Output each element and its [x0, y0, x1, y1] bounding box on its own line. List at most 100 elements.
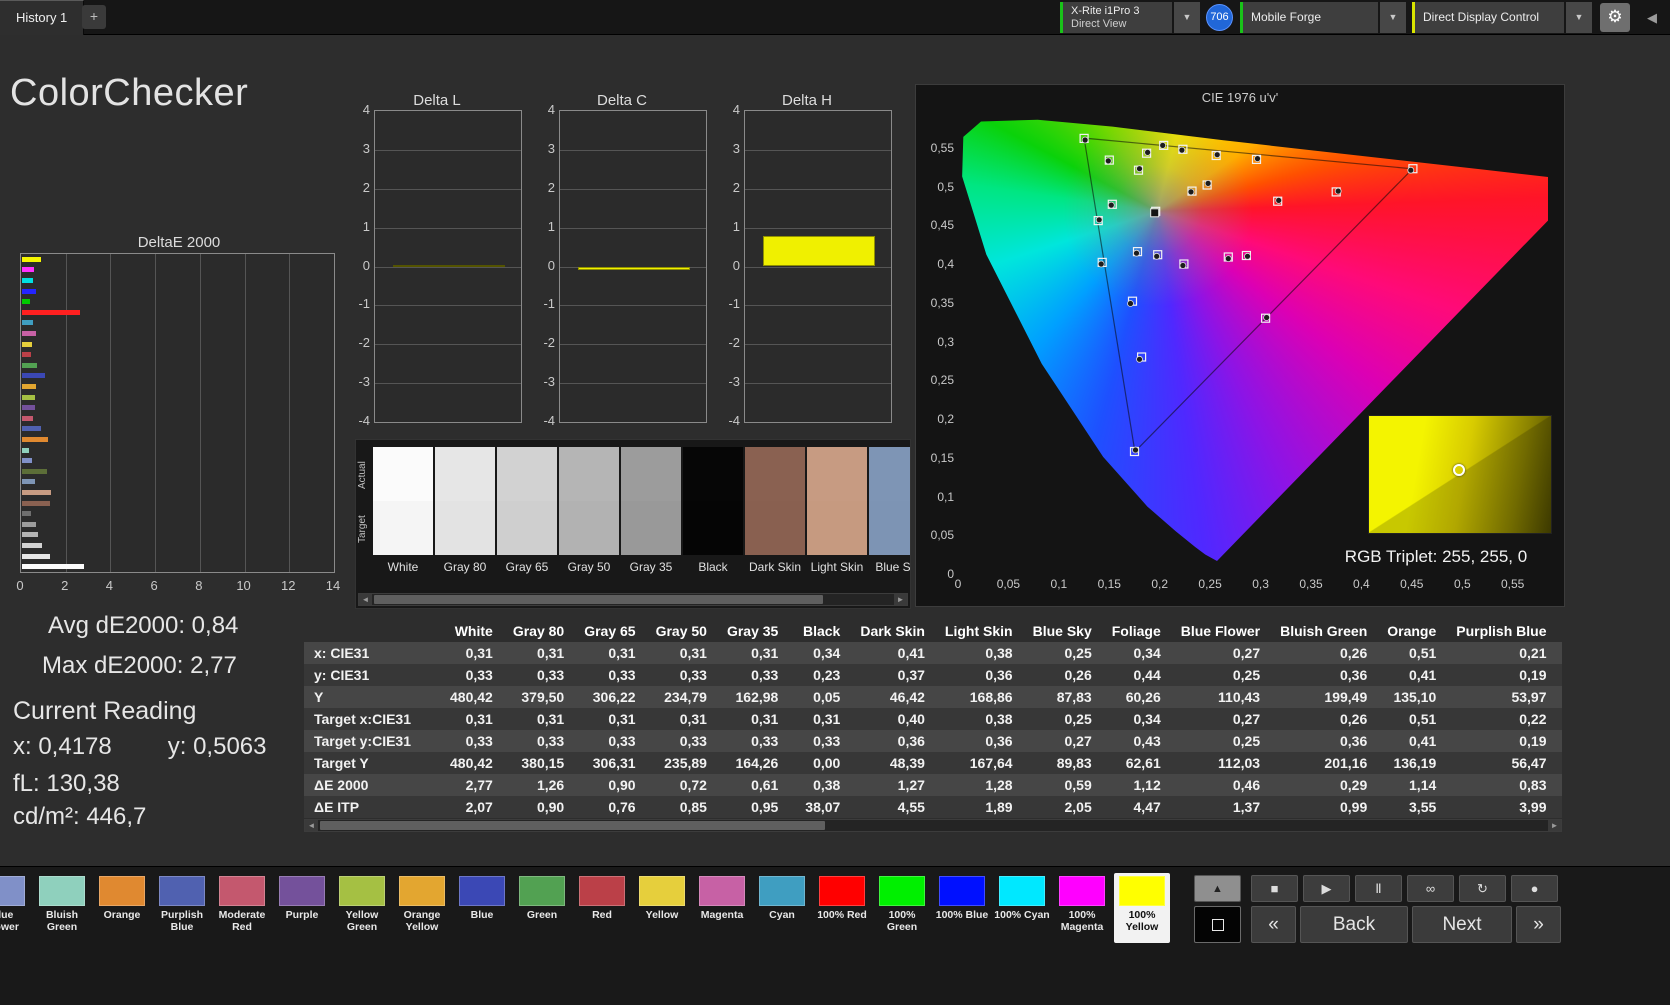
- scrollbar-thumb[interactable]: [320, 821, 825, 830]
- strip-patch-label: Gray 65: [505, 560, 549, 574]
- settings-button[interactable]: ⚙: [1600, 3, 1630, 32]
- scroll-left-icon[interactable]: ◄: [359, 594, 372, 605]
- history-tab-label: History 1: [16, 10, 68, 25]
- table-cell: 110,43: [1218, 689, 1261, 705]
- history-tab[interactable]: History 1: [0, 0, 85, 35]
- display-control-dropdown[interactable]: ▼: [1566, 2, 1592, 33]
- scroll-left-icon[interactable]: ◄: [305, 820, 318, 831]
- collapse-arrow-icon: ◀: [1647, 10, 1657, 25]
- x-tick-label: 0: [16, 578, 24, 593]
- collapse-patchbar-button[interactable]: ▲: [1194, 875, 1241, 902]
- gridline: [199, 254, 201, 572]
- patch-button-100-green[interactable]: 100% Green: [874, 873, 930, 943]
- patch-button-yellow[interactable]: Yellow: [634, 873, 690, 943]
- repeat-read-button[interactable]: ↻: [1459, 875, 1506, 902]
- meter-selector[interactable]: X-Rite i1Pro 3 Direct View: [1060, 2, 1172, 33]
- y-tick-label: 2: [547, 179, 555, 195]
- strip-patch-label: Gray 80: [443, 560, 487, 574]
- patch-button-purple[interactable]: Purple: [274, 873, 330, 943]
- patch-button-red[interactable]: Red: [574, 873, 630, 943]
- patch-button-purplish-blue[interactable]: Purplish Blue: [154, 873, 210, 943]
- back-button[interactable]: Back: [1300, 906, 1408, 943]
- scrollbar-thumb[interactable]: [374, 595, 823, 604]
- patch-button-orange[interactable]: Orange: [94, 873, 150, 943]
- y-tick-label: 4: [362, 102, 370, 117]
- scroll-right-icon[interactable]: ►: [1548, 820, 1561, 831]
- patch-button-green[interactable]: Green: [514, 873, 570, 943]
- measured-point: [1136, 165, 1143, 173]
- patch-button-bluish-green[interactable]: Bluish Green: [34, 873, 90, 943]
- column-header-light-skin: Light Skin: [938, 620, 1027, 642]
- strip-patch-label: Dark Skin: [748, 560, 801, 574]
- bar-blue-flower: [22, 458, 33, 464]
- single-read-icon: ●: [1530, 881, 1539, 896]
- table-cell: 0,99: [1340, 799, 1368, 815]
- patch-button-moderate-red[interactable]: Moderate Red: [214, 873, 270, 943]
- x-tick-label: 8: [195, 578, 203, 593]
- pause-button[interactable]: Ⅱ: [1355, 875, 1402, 902]
- x-tick-label: 0,25: [1198, 577, 1222, 591]
- play-button[interactable]: ▶: [1303, 875, 1350, 902]
- target-swatch: [869, 501, 910, 555]
- table-cell: 0,29: [1340, 777, 1368, 793]
- table-cell: 0,26: [1340, 645, 1368, 661]
- bar-yellow: [22, 341, 32, 347]
- patch-button-orange-yellow[interactable]: Orange Yellow: [394, 873, 450, 943]
- measured-point: [1132, 446, 1139, 454]
- table-cell: 0,33: [608, 733, 636, 749]
- patch-button-label: Bluish Green: [45, 909, 79, 934]
- y-tick-label: -1: [728, 296, 740, 312]
- gridline: [560, 227, 706, 229]
- patch-button-100-red[interactable]: 100% Red: [814, 873, 870, 943]
- table-cell: 135,10: [1393, 689, 1437, 705]
- back-button-label: Back: [1332, 914, 1376, 935]
- single-read-button[interactable]: ●: [1511, 875, 1558, 902]
- scrollbar-track[interactable]: [318, 820, 1548, 831]
- skip-back-button[interactable]: «: [1251, 906, 1296, 943]
- continuous-read-button[interactable]: ∞: [1407, 875, 1454, 902]
- table-cell: 0,33: [679, 667, 707, 683]
- patch-button-100-magenta[interactable]: 100% Magenta: [1054, 873, 1110, 943]
- patch-button-100-yellow[interactable]: 100% Yellow: [1114, 873, 1170, 943]
- table-scrollbar[interactable]: ◄ ►: [304, 819, 1562, 832]
- patch-button-100-cyan[interactable]: 100% Cyan: [994, 873, 1050, 943]
- meter-dropdown[interactable]: ▼: [1174, 2, 1200, 33]
- add-tab-button[interactable]: +: [82, 5, 106, 29]
- table-cell: 0,31: [751, 711, 779, 727]
- table-cell: 480,42: [450, 755, 493, 771]
- y-tick-label: 0,1: [937, 489, 954, 504]
- measured-point: [1144, 149, 1152, 156]
- scroll-right-icon[interactable]: ►: [894, 594, 907, 605]
- patch-button-label: Red: [592, 909, 612, 921]
- x-tick-label: 14: [325, 578, 341, 593]
- patch-window-button[interactable]: [1194, 906, 1241, 943]
- patch-button-blue-flower[interactable]: Blue Flower: [0, 873, 30, 943]
- patch-button-100-blue[interactable]: 100% Blue: [934, 873, 990, 943]
- table-cell: 89,72: [1561, 752, 1563, 774]
- patch-swatch: [0, 876, 25, 906]
- display-control-selector[interactable]: Direct Display Control: [1412, 2, 1564, 33]
- pause-icon: Ⅱ: [1375, 881, 1382, 896]
- table-cell: 0,19: [1519, 733, 1547, 749]
- scrollbar-track[interactable]: [372, 594, 894, 605]
- stop-button[interactable]: ■: [1251, 875, 1298, 902]
- skip-forward-button[interactable]: »: [1516, 906, 1561, 943]
- patch-button-magenta[interactable]: Magenta: [694, 873, 750, 943]
- patch-strip-scrollbar[interactable]: ◄ ►: [358, 593, 908, 606]
- table-cell: 0,31: [608, 711, 636, 727]
- strip-patch-label: Blue Sky: [875, 560, 911, 574]
- source-selector[interactable]: Mobile Forge: [1240, 2, 1378, 33]
- source-dropdown[interactable]: ▼: [1380, 2, 1406, 33]
- x-tick-label: 0,15: [1097, 577, 1121, 591]
- patch-button-yellow-green[interactable]: Yellow Green: [334, 873, 390, 943]
- patch-button-blue[interactable]: Blue: [454, 873, 510, 943]
- collapse-panel-button[interactable]: ◀: [1642, 8, 1662, 28]
- patch-button-label: Purplish Blue: [160, 909, 203, 934]
- patch-button-cyan[interactable]: Cyan: [754, 873, 810, 943]
- next-button[interactable]: Next: [1412, 906, 1512, 943]
- table-cell: 0,37: [897, 667, 925, 683]
- strip-patch-gray-35: Gray 35: [621, 447, 681, 574]
- table-cell: 0,47: [1561, 774, 1563, 796]
- table-cell: 0,90: [536, 799, 565, 815]
- table-cell: 0,36: [985, 733, 1013, 749]
